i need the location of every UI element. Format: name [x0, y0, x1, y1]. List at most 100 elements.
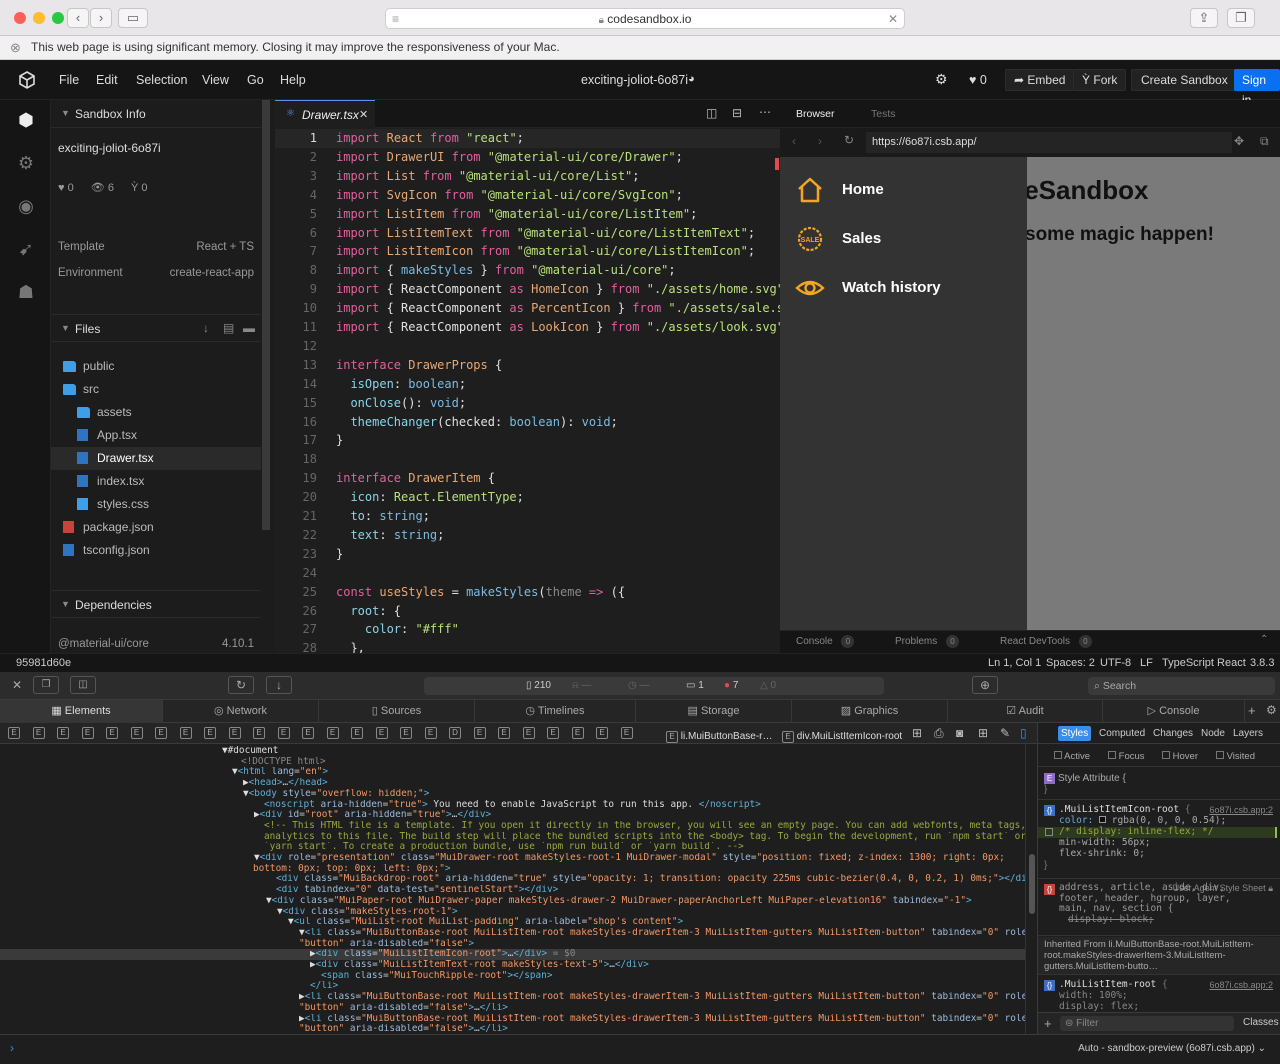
- rule-prop[interactable]: color: rgba(0, 0, 0, 0.54);: [1059, 815, 1226, 827]
- css-rule-listitem[interactable]: {} .MuiListItem-root { 6o87i.csb.app:2 w…: [1038, 976, 1280, 1012]
- breadcrumb-element-icon[interactable]: E: [522, 727, 535, 739]
- rule-prop[interactable]: width: 100%;: [1059, 990, 1128, 1002]
- dom-line[interactable]: <noscript aria-hidden="true"> You need t…: [0, 800, 1025, 811]
- search-input[interactable]: ⌕ Search: [1088, 677, 1275, 695]
- dom-line[interactable]: ▼<div class="makeStyles-root-1">: [0, 907, 1025, 918]
- detach-window-icon[interactable]: ❐: [33, 676, 59, 694]
- language-mode[interactable]: TypeScript React: [1162, 654, 1246, 673]
- dom-line[interactable]: ▶<li class="MuiButtonBase-root MuiListIt…: [0, 1014, 1025, 1025]
- minimize-window-button[interactable]: [33, 12, 45, 24]
- pseudo-hover-checkbox[interactable]: Hover: [1162, 751, 1198, 762]
- dom-line[interactable]: ▼<html lang="en">: [0, 767, 1025, 778]
- pseudo-visited-checkbox[interactable]: Visited: [1216, 751, 1255, 762]
- share-button[interactable]: ⇪: [1190, 8, 1218, 28]
- dom-line[interactable]: analytics to this file. The build step w…: [0, 832, 1025, 843]
- sidebar-scrollbar[interactable]: [261, 100, 275, 653]
- target-icon[interactable]: ⊕: [972, 676, 998, 694]
- tab-tests[interactable]: Tests: [871, 108, 896, 120]
- dom-line[interactable]: <div class="MuiBackdrop-root" aria-hidde…: [0, 874, 1025, 885]
- tab-network[interactable]: ◎ Network: [163, 700, 319, 723]
- dom-line[interactable]: ▼<div class="MuiPaper-root MuiDrawer-pap…: [0, 896, 1025, 907]
- file-tree-item[interactable]: Drawer.tsx: [51, 447, 261, 470]
- dom-line[interactable]: ▼<li class="MuiButtonBase-root MuiListIt…: [0, 928, 1025, 939]
- breadcrumb-element-icon[interactable]: E: [155, 727, 167, 739]
- breadcrumb-element-icon[interactable]: E: [424, 727, 437, 739]
- codesandbox-logo-icon[interactable]: [17, 70, 37, 90]
- tab-audit[interactable]: ☑ Audit: [948, 700, 1103, 723]
- dom-line[interactable]: </li>: [0, 981, 1025, 992]
- errors-counter[interactable]: ● 7: [724, 677, 738, 695]
- breadcrumb-element-icon[interactable]: E: [326, 727, 339, 739]
- open-preview-icon[interactable]: ⊟: [732, 106, 742, 120]
- drawer-item-home[interactable]: Home: [780, 166, 1027, 215]
- file-tree-item[interactable]: src: [51, 378, 261, 401]
- sidebar-panel-icon[interactable]: ▯: [1020, 726, 1027, 740]
- menu-go[interactable]: Go: [247, 73, 264, 87]
- dom-line[interactable]: "button" aria-disabled="false">…</li>: [0, 1024, 1025, 1034]
- code-editor[interactable]: ⚛ Drawer.tsx ✕ ◫ ⊟ ⋯ 1 2 3 4 5 6 7 8 9 10 11 12 13 14…: [275, 100, 780, 653]
- tab-storage[interactable]: ▤ Storage: [636, 700, 792, 723]
- new-file-icon[interactable]: ▤: [223, 321, 234, 335]
- add-rule-icon[interactable]: +: [1044, 1016, 1052, 1031]
- sidebar-toggle-button[interactable]: ▭: [118, 8, 148, 28]
- github-icon[interactable]: ◉: [15, 195, 37, 217]
- tab-layers[interactable]: Layers: [1233, 723, 1263, 744]
- reload-icon[interactable]: ↻: [228, 676, 254, 694]
- dependencies-header[interactable]: ▼ Dependencies: [51, 590, 261, 618]
- file-tree-item[interactable]: public: [51, 355, 261, 378]
- split-editor-icon[interactable]: ◫: [706, 106, 717, 120]
- rule-source-link[interactable]: 6o87i.csb.app:2: [1209, 980, 1273, 990]
- tab-console[interactable]: ▷ Console: [1103, 700, 1245, 723]
- print-icon[interactable]: ⎙: [934, 726, 944, 741]
- zoom-window-button[interactable]: [52, 12, 64, 24]
- menu-help[interactable]: Help: [280, 73, 306, 87]
- dock-side-icon[interactable]: ◫: [70, 676, 96, 694]
- indent-setting[interactable]: Spaces: 2: [1046, 654, 1095, 673]
- tab-drawer-tsx[interactable]: ⚛ Drawer.tsx ✕: [275, 100, 375, 128]
- breadcrumb-element-icon[interactable]: E: [302, 727, 314, 739]
- breadcrumb-element-icon[interactable]: E: [8, 727, 20, 739]
- drawer-item-sales[interactable]: SALE Sales: [780, 215, 1027, 264]
- dark-mode-icon[interactable]: ◙: [956, 726, 963, 740]
- breadcrumb-element-icon[interactable]: E: [351, 727, 363, 739]
- dom-line[interactable]: bottom: 0px; top: 0px; left: 0px;">: [0, 864, 1025, 875]
- preview-url-input[interactable]: https://6o87i.csb.app/: [866, 132, 1232, 153]
- refresh-icon[interactable]: ↻: [844, 133, 854, 147]
- styles-filter-input[interactable]: ⊜ Filter: [1060, 1016, 1234, 1031]
- line-ending[interactable]: LF: [1140, 654, 1153, 673]
- inspector-settings-icon[interactable]: ⚙: [1266, 703, 1277, 717]
- dom-line[interactable]: <!-- This HTML file is a template. If yo…: [0, 821, 1025, 832]
- settings-icon[interactable]: ⚙: [15, 152, 37, 174]
- embed-button[interactable]: ➦ Embed: [1005, 69, 1075, 91]
- react-devtools-tab[interactable]: React DevTools 0: [1000, 635, 1092, 648]
- tabs-overview-button[interactable]: ❐: [1227, 8, 1255, 28]
- pencil-icon[interactable]: ✎: [1000, 726, 1010, 740]
- problems-tab[interactable]: Problems 0: [895, 635, 960, 648]
- gear-icon[interactable]: ⚙: [935, 71, 948, 88]
- sandbox-info-header[interactable]: ▼ Sandbox Info: [51, 100, 261, 128]
- resources-counter[interactable]: ▯ 210: [526, 677, 551, 695]
- preview-forward-icon[interactable]: ›: [818, 134, 822, 148]
- tab-node[interactable]: Node: [1201, 723, 1225, 744]
- breadcrumb-element-icon[interactable]: E: [228, 727, 241, 739]
- toggle-devtools-icon[interactable]: ✥: [1234, 134, 1244, 148]
- breadcrumb-element-icon[interactable]: E: [547, 727, 559, 739]
- dom-line[interactable]: "button" aria-disabled="false">…</li>: [0, 1003, 1025, 1014]
- back-button[interactable]: ‹: [67, 8, 89, 28]
- breadcrumb-element-icon[interactable]: E: [57, 727, 69, 739]
- console-prompt[interactable]: › Auto - sandbox-preview (6o87i.csb.app)…: [0, 1034, 1280, 1064]
- scrollbar-thumb[interactable]: [262, 100, 270, 530]
- dom-line[interactable]: ▶<head>…</head>: [0, 778, 1025, 789]
- dom-line[interactable]: `yarn start`. To create a production bun…: [0, 842, 1025, 853]
- close-icon[interactable]: ✕: [888, 9, 898, 29]
- breadcrumb-element-icon[interactable]: D: [449, 727, 461, 739]
- breadcrumb-element-icon[interactable]: E: [32, 727, 45, 739]
- add-tab-icon[interactable]: +: [1248, 703, 1256, 718]
- prop-checkbox[interactable]: [1045, 828, 1053, 836]
- close-tab-icon[interactable]: ✕: [359, 108, 368, 121]
- files-header[interactable]: ▼ Files ↓ ▤ ▬: [51, 314, 261, 342]
- rule-prop[interactable]: min-width: 56px;: [1059, 837, 1151, 849]
- rule-prop-commented[interactable]: /* display: inline-flex; */: [1059, 826, 1213, 838]
- breadcrumb-element-icon[interactable]: E: [106, 727, 118, 739]
- color-swatch[interactable]: [1099, 816, 1107, 823]
